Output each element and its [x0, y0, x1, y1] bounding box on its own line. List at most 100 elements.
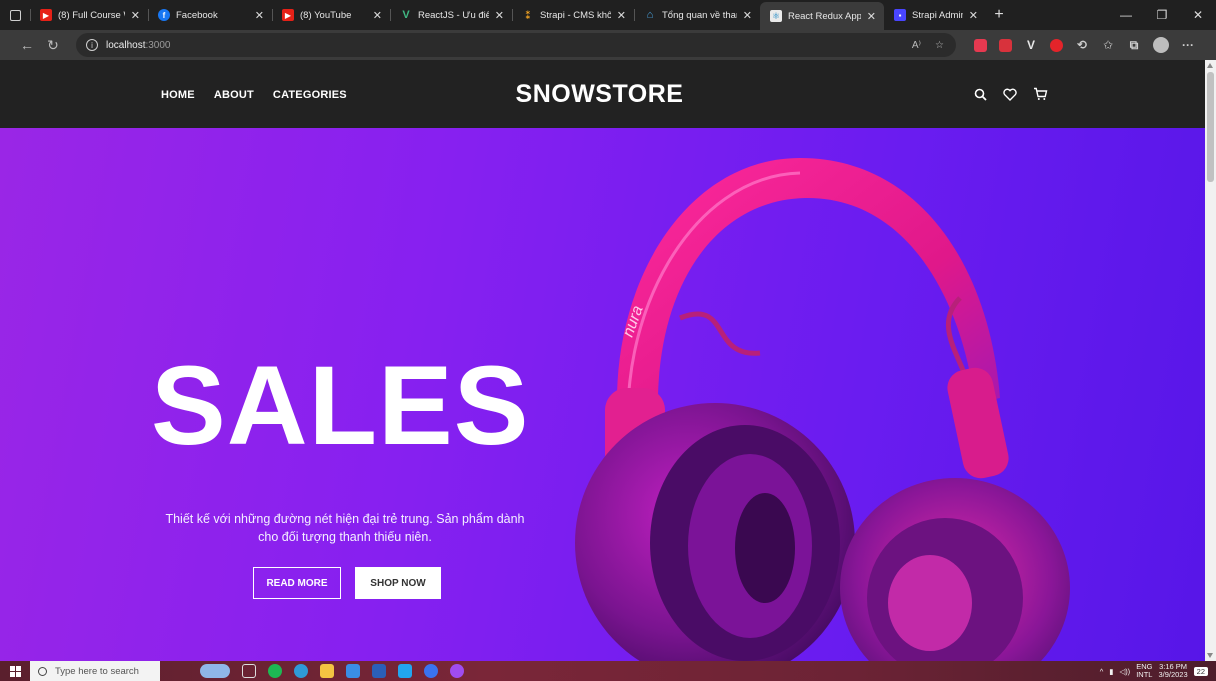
vue-devtools-icon[interactable]: V [1024, 38, 1038, 52]
headphones-image: nura [575, 158, 1070, 661]
spotify-icon[interactable] [268, 664, 282, 678]
mail-icon[interactable] [346, 664, 360, 678]
messenger-icon[interactable] [450, 664, 464, 678]
browser-tab[interactable]: ▪ Strapi Admin ✕ [884, 0, 986, 30]
tab-separator [30, 9, 31, 21]
tab-separator [390, 9, 391, 21]
browser-tab[interactable]: ▶ (8) Full Course Wel ✕ [30, 0, 148, 30]
tab-title: React Redux App [788, 10, 861, 22]
task-view-icon[interactable] [242, 664, 256, 678]
extension-icon[interactable] [1050, 38, 1063, 52]
browser-tab[interactable]: ⁑ Strapi - CMS không ✕ [512, 0, 634, 30]
vscode-icon[interactable] [398, 664, 412, 678]
browser-tab[interactable]: f Facebook ✕ [148, 0, 272, 30]
tab-separator [634, 9, 635, 21]
extensions-puzzle-icon[interactable]: ⟲ [1075, 38, 1089, 52]
show-hidden-icons-icon[interactable]: ^ [1100, 667, 1104, 676]
clock-date: 3/9/2023 [1158, 670, 1188, 679]
strapi-icon: ⁑ [525, 9, 531, 22]
site-info-icon[interactable]: i [86, 39, 98, 51]
hero-title: SALES [151, 343, 530, 468]
close-window-icon[interactable]: ✕ [1180, 0, 1216, 30]
youtube-icon: ▶ [40, 9, 52, 21]
network-icon[interactable]: ▮ [1109, 667, 1113, 676]
address-bar[interactable]: i localhost:3000 A⁾ ☆ [76, 33, 956, 57]
shop-now-button[interactable]: SHOP NOW [355, 567, 441, 599]
tab-separator [148, 9, 149, 21]
zalo-icon[interactable] [424, 664, 438, 678]
tab-title: (8) Full Course Wel [58, 9, 125, 21]
url-port: :3000 [145, 39, 171, 51]
heart-icon[interactable] [1002, 86, 1018, 102]
scroll-down-icon[interactable] [1207, 653, 1213, 658]
browser-tab[interactable]: ▶ (8) YouTube ✕ [272, 0, 390, 30]
tab-title: Strapi Admin [912, 9, 963, 21]
hero-banner: nura SALES Thiết kế với những đường nét … [0, 128, 1205, 661]
read-more-button[interactable]: READ MORE [253, 567, 341, 599]
start-button[interactable] [0, 665, 30, 677]
favorite-star-icon[interactable]: ☆ [935, 40, 944, 51]
close-icon[interactable]: ✕ [743, 9, 752, 22]
taskbar-search[interactable]: Type here to search [30, 661, 160, 681]
vue-icon: V [402, 9, 410, 21]
react-icon: ⚛ [770, 10, 782, 22]
browser-toolbar: ← ↻ i localhost:3000 A⁾ ☆ V ⟲ ✩ ⧉ ··· [0, 30, 1216, 60]
search-icon[interactable] [972, 86, 988, 102]
close-icon[interactable]: ✕ [495, 9, 504, 22]
search-icon [38, 666, 47, 676]
close-icon[interactable]: ✕ [969, 9, 978, 22]
file-explorer-icon[interactable] [320, 664, 334, 678]
tab-title: (8) YouTube [300, 9, 352, 21]
close-icon[interactable]: ✕ [867, 10, 876, 23]
tab-separator [272, 9, 273, 21]
extension-icon[interactable] [974, 38, 987, 52]
close-icon[interactable]: ✕ [373, 9, 382, 22]
profile-avatar[interactable] [1153, 37, 1169, 53]
page-viewport: HOME ABOUT CATEGORIES SNOWSTORE nura SAL… [0, 60, 1205, 661]
refresh-icon[interactable]: ↻ [40, 37, 66, 54]
header-icons [972, 86, 1048, 102]
new-tab-button[interactable]: + [986, 6, 1012, 24]
more-menu-icon[interactable]: ··· [1181, 38, 1195, 52]
minimize-icon[interactable]: — [1108, 0, 1144, 30]
extension-icon[interactable] [999, 38, 1012, 52]
strapi-admin-icon: ▪ [894, 9, 906, 21]
volume-icon[interactable]: ◁)) [1119, 667, 1130, 676]
tab-title: Tổng quan về thanh [662, 9, 737, 21]
weather-widget-icon[interactable] [200, 664, 230, 678]
word-icon[interactable] [372, 664, 386, 678]
taskbar-apps [200, 664, 464, 678]
restore-icon[interactable]: ❐ [1144, 0, 1180, 30]
facebook-icon: f [158, 9, 170, 21]
clock[interactable]: 3:16 PM 3/9/2023 [1158, 663, 1187, 679]
taskbar-search-placeholder: Type here to search [55, 665, 139, 677]
close-icon[interactable]: ✕ [617, 9, 626, 22]
read-aloud-icon[interactable]: A⁾ [912, 40, 921, 51]
tab-actions-icon [9, 9, 21, 21]
browser-tab-active[interactable]: ⚛ React Redux App ✕ [760, 2, 884, 30]
system-tray: ^ ▮ ◁)) ENG INTL 3:16 PM 3/9/2023 22 [1100, 663, 1216, 679]
browser-tab-strip: ▶ (8) Full Course Wel ✕ f Facebook ✕ ▶ (… [0, 0, 1216, 30]
hero-description: Thiết kế với những đường nét hiện đại tr… [165, 512, 525, 544]
edge-icon[interactable] [294, 664, 308, 678]
notifications-badge[interactable]: 22 [1193, 666, 1208, 676]
close-icon[interactable]: ✕ [131, 9, 140, 22]
tab-title: Facebook [176, 9, 218, 21]
page-scrollbar[interactable] [1205, 60, 1216, 661]
extensions-bar: V ⟲ ✩ ⧉ ··· [974, 37, 1195, 53]
close-icon[interactable]: ✕ [255, 9, 264, 22]
tab-actions-button[interactable] [0, 0, 30, 30]
browser-tab[interactable]: ⌂ Tổng quan về thanh ✕ [634, 0, 760, 30]
back-icon[interactable]: ← [14, 37, 40, 53]
scroll-up-icon[interactable] [1207, 63, 1213, 68]
url-host: localhost [106, 39, 146, 51]
tab-title: Strapi - CMS không [540, 9, 611, 21]
tab-title: ReactJS - Ưu điểm [418, 9, 489, 21]
favorites-icon[interactable]: ✩ [1101, 38, 1115, 52]
input-language[interactable]: ENG INTL [1136, 663, 1152, 679]
collections-icon[interactable]: ⧉ [1127, 38, 1141, 52]
tab-separator [512, 9, 513, 21]
cart-icon[interactable] [1032, 86, 1048, 102]
browser-tab[interactable]: V ReactJS - Ưu điểm ✕ [390, 0, 512, 30]
scrollbar-thumb[interactable] [1207, 72, 1214, 182]
